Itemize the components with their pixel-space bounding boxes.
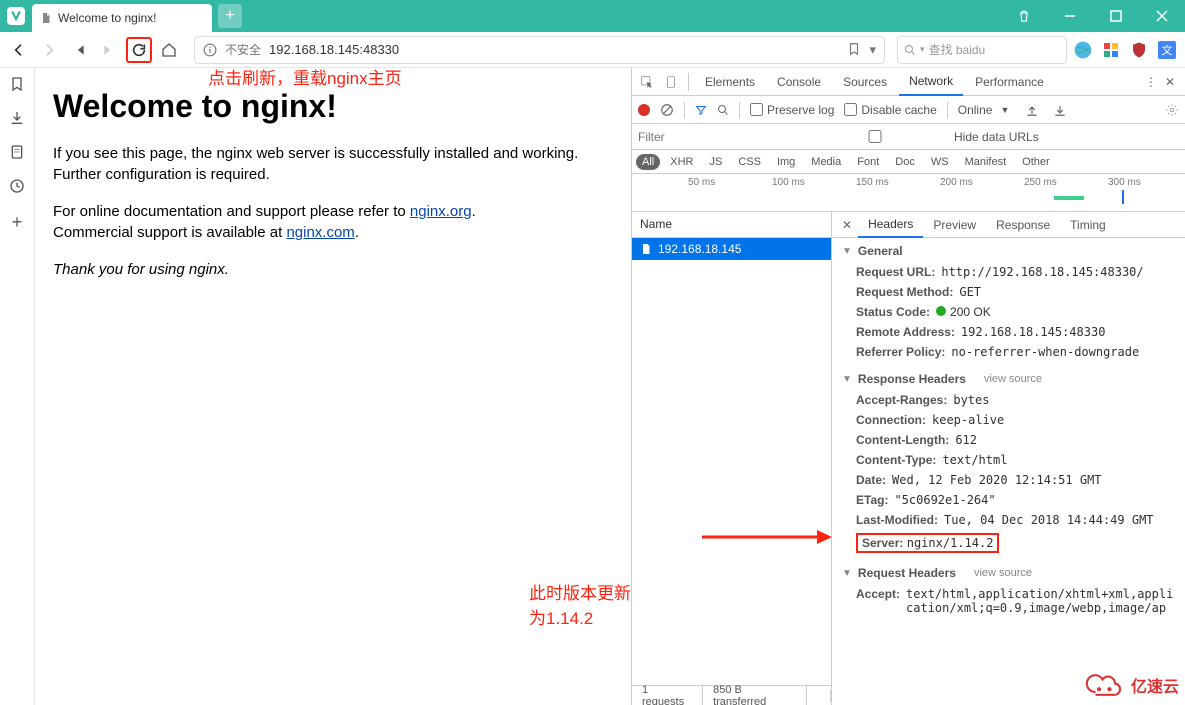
rewind-button[interactable] bbox=[66, 37, 92, 63]
bytes-transferred: 850 B transferred bbox=[703, 684, 807, 705]
devtools-panel: Elements Console Sources Network Perform… bbox=[631, 68, 1185, 705]
forward-button[interactable] bbox=[36, 37, 62, 63]
back-button[interactable] bbox=[6, 37, 32, 63]
globe-icon[interactable] bbox=[1071, 38, 1095, 62]
doc-icon bbox=[640, 243, 652, 255]
nginx-org-link[interactable]: nginx.org bbox=[410, 203, 472, 220]
section-response[interactable]: ▼Response Headersview source bbox=[832, 368, 1185, 390]
device-icon[interactable] bbox=[660, 75, 682, 89]
section-request[interactable]: ▼Request Headersview source bbox=[832, 562, 1185, 584]
search-box[interactable]: ▾ 查找 baidu bbox=[897, 36, 1067, 64]
minimize-button[interactable] bbox=[1047, 0, 1093, 32]
vivaldi-logo bbox=[0, 0, 32, 32]
timeline[interactable]: 50 ms 100 ms 150 ms 200 ms 250 ms 300 ms bbox=[632, 174, 1185, 212]
type-css[interactable]: CSS bbox=[732, 154, 767, 170]
type-js[interactable]: JS bbox=[703, 154, 728, 170]
new-tab-button[interactable]: + bbox=[218, 4, 242, 28]
upload-icon[interactable] bbox=[1025, 103, 1039, 117]
settings-icon[interactable] bbox=[1165, 103, 1179, 117]
type-media[interactable]: Media bbox=[805, 154, 847, 170]
insecure-label: 不安全 bbox=[225, 41, 261, 58]
page-content: 点击刷新，重载nginx主页 Welcome to nginx! If you … bbox=[35, 68, 631, 705]
hide-data-urls[interactable]: Hide data URLs bbox=[800, 130, 1039, 144]
chevron-down-icon[interactable]: ▾ bbox=[869, 42, 876, 58]
type-xhr[interactable]: XHR bbox=[664, 154, 699, 170]
preserve-log-checkbox[interactable]: Preserve log bbox=[750, 103, 834, 117]
req-count: 1 requests bbox=[632, 684, 703, 705]
devtools-more-icon[interactable]: ⋮ bbox=[1145, 75, 1157, 89]
search-icon bbox=[904, 44, 916, 56]
type-other[interactable]: Other bbox=[1016, 154, 1056, 170]
annotation-arrow bbox=[697, 522, 837, 552]
tab-title: Welcome to nginx! bbox=[58, 11, 157, 25]
page-thanks: Thank you for using nginx. bbox=[53, 259, 613, 280]
filter-input[interactable] bbox=[638, 130, 788, 144]
address-bar[interactable]: 不安全 192.168.18.145:48330 ▾ bbox=[194, 36, 885, 64]
page-para-2: For online documentation and support ple… bbox=[53, 201, 613, 243]
type-font[interactable]: Font bbox=[851, 154, 885, 170]
name-header: Name bbox=[632, 212, 831, 238]
search-icon-dt[interactable] bbox=[717, 104, 729, 116]
throttle-select[interactable]: Online▼ bbox=[958, 103, 1010, 117]
page-icon bbox=[40, 12, 52, 24]
request-row[interactable]: 192.168.18.145 bbox=[632, 238, 831, 260]
type-manifest[interactable]: Manifest bbox=[959, 154, 1013, 170]
close-button[interactable] bbox=[1139, 0, 1185, 32]
history-panel-icon[interactable] bbox=[9, 178, 25, 194]
search-placeholder: 查找 baidu bbox=[929, 41, 986, 58]
tab-console[interactable]: Console bbox=[767, 69, 831, 95]
browser-tab[interactable]: Welcome to nginx! bbox=[32, 4, 212, 32]
filter-icon[interactable] bbox=[695, 104, 707, 116]
tab-performance[interactable]: Performance bbox=[965, 69, 1054, 95]
add-panel-icon[interactable]: + bbox=[12, 212, 23, 233]
type-ws[interactable]: WS bbox=[925, 154, 955, 170]
trash-button[interactable] bbox=[1001, 0, 1047, 32]
page-heading: Welcome to nginx! bbox=[53, 88, 613, 125]
downloads-panel-icon[interactable] bbox=[9, 110, 25, 126]
home-button[interactable] bbox=[156, 37, 182, 63]
translate-icon[interactable]: 文 bbox=[1155, 38, 1179, 62]
annotation-refresh: 点击刷新，重载nginx主页 bbox=[208, 68, 402, 89]
server-header-highlight: Server: nginx/1.14.2 bbox=[856, 533, 999, 553]
tab-sources[interactable]: Sources bbox=[833, 69, 897, 95]
maximize-button[interactable] bbox=[1093, 0, 1139, 32]
info-icon bbox=[203, 43, 217, 57]
section-general[interactable]: ▼General bbox=[832, 240, 1185, 262]
clear-button[interactable] bbox=[660, 103, 674, 117]
page-para-1: If you see this page, the nginx web serv… bbox=[53, 143, 613, 185]
annotation-version: 此时版本更新为1.14.2 bbox=[529, 579, 631, 629]
dtab-headers[interactable]: Headers bbox=[858, 212, 923, 238]
record-button[interactable] bbox=[638, 104, 650, 116]
tab-network[interactable]: Network bbox=[899, 68, 963, 96]
tab-elements[interactable]: Elements bbox=[695, 69, 765, 95]
type-all[interactable]: All bbox=[636, 154, 660, 170]
dtab-preview[interactable]: Preview bbox=[923, 213, 986, 237]
url-text: 192.168.18.145:48330 bbox=[269, 42, 399, 57]
bookmarks-panel-icon[interactable] bbox=[9, 76, 25, 92]
bookmark-icon[interactable] bbox=[847, 42, 861, 56]
type-img[interactable]: Img bbox=[771, 154, 801, 170]
download-icon[interactable] bbox=[1053, 103, 1067, 117]
watermark: 亿速云 bbox=[1085, 671, 1179, 699]
ext-icon-1[interactable] bbox=[1099, 38, 1123, 62]
dtab-timing[interactable]: Timing bbox=[1060, 213, 1116, 237]
type-doc[interactable]: Doc bbox=[889, 154, 921, 170]
shield-icon[interactable] bbox=[1127, 38, 1151, 62]
close-detail[interactable]: ✕ bbox=[836, 218, 858, 232]
inspect-icon[interactable] bbox=[636, 75, 658, 89]
dtab-response[interactable]: Response bbox=[986, 213, 1060, 237]
refresh-button[interactable] bbox=[126, 37, 152, 63]
notes-panel-icon[interactable] bbox=[9, 144, 25, 160]
nginx-com-link[interactable]: nginx.com bbox=[286, 224, 354, 241]
disable-cache-checkbox[interactable]: Disable cache bbox=[844, 103, 936, 117]
devtools-close-icon[interactable]: ✕ bbox=[1165, 75, 1175, 89]
svg-text:文: 文 bbox=[1162, 43, 1173, 57]
fastforward-button[interactable] bbox=[96, 37, 122, 63]
